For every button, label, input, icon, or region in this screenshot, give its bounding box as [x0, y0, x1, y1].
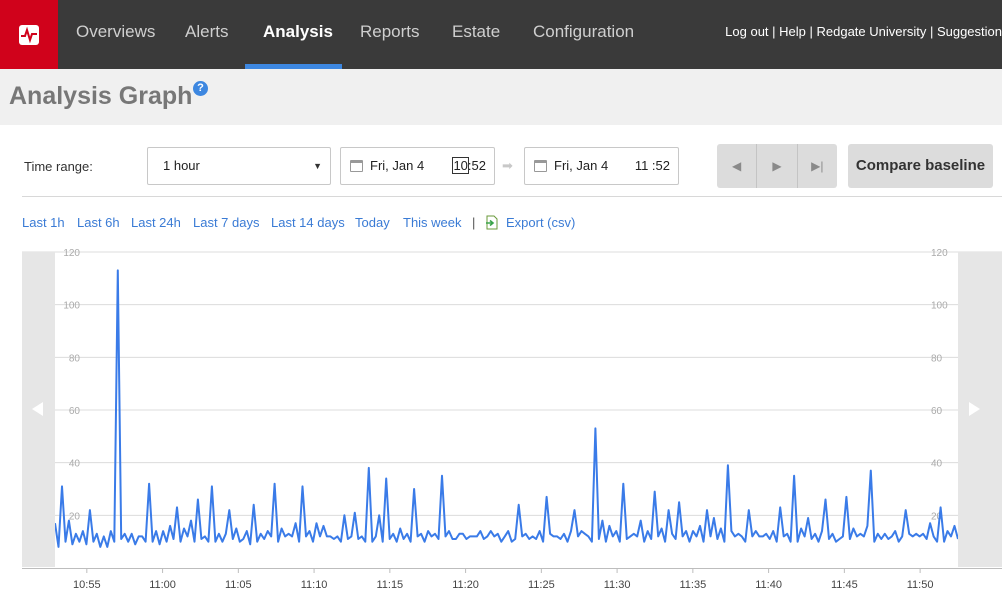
- top-links: Log out | Help | Redgate University | Su…: [725, 0, 1002, 69]
- time-navigation-buttons: ◀ ▶ ▶|: [717, 144, 837, 188]
- university-link[interactable]: Redgate University: [817, 24, 927, 39]
- end-time[interactable]: 11 :52: [635, 148, 670, 184]
- logout-link[interactable]: Log out: [725, 24, 768, 39]
- page-header: Analysis Graph ?: [0, 69, 1002, 125]
- nav-alerts[interactable]: Alerts: [185, 0, 228, 69]
- y-tick-label-right: 120: [931, 248, 948, 259]
- quick-link-separator: |: [472, 215, 476, 230]
- suggestion-link[interactable]: Suggestion: [937, 24, 1002, 39]
- y-tick-label-left: 100: [63, 301, 80, 312]
- time-range-value: 1 hour: [163, 158, 200, 173]
- x-tick-label: 11:40: [755, 579, 782, 591]
- y-tick-label-right: 80: [931, 353, 943, 364]
- x-tick-label: 11:35: [679, 579, 706, 591]
- end-datetime-field[interactable]: Fri, Jan 4 11 :52: [524, 147, 679, 185]
- help-icon[interactable]: ?: [193, 81, 208, 96]
- quick-link-last-7-days[interactable]: Last 7 days: [193, 215, 260, 230]
- y-tick-label-left: 120: [63, 248, 80, 259]
- quick-link-last-1h[interactable]: Last 1h: [22, 215, 65, 230]
- x-tick-label: 11:20: [452, 579, 479, 591]
- help-link[interactable]: Help: [779, 24, 806, 39]
- jump-to-latest-button[interactable]: ▶|: [796, 144, 837, 188]
- y-tick-label-left: 40: [69, 459, 81, 470]
- skip-end-icon: ▶|: [811, 159, 824, 173]
- end-date: Fri, Jan 4: [554, 158, 609, 173]
- export-csv-link[interactable]: Export (csv): [506, 215, 575, 230]
- calendar-icon: [534, 160, 547, 172]
- series-line: [54, 269, 959, 548]
- x-tick-label: 11:45: [831, 579, 858, 591]
- analysis-chart: 20 40 60 80 100 120 20 40 60 80 100 120 10:55 11:00…: [0, 245, 1002, 596]
- nav-analysis[interactable]: Analysis: [263, 0, 333, 69]
- y-tick-label-left: 60: [69, 406, 81, 417]
- quick-link-last-24h[interactable]: Last 24h: [131, 215, 181, 230]
- y-tick-label-left: 80: [69, 353, 81, 364]
- x-tick-label: 11:25: [528, 579, 555, 591]
- page-title: Analysis Graph: [9, 82, 193, 110]
- link-separator: |: [805, 24, 817, 39]
- link-separator: |: [926, 24, 937, 39]
- start-minute[interactable]: :52: [468, 158, 486, 173]
- y-tick-label-right: 40: [931, 459, 943, 470]
- arrow-right-icon: [969, 402, 980, 416]
- arrow-left-icon: [32, 402, 43, 416]
- pan-right-button[interactable]: [958, 252, 1002, 567]
- x-tick-label: 11:00: [149, 579, 176, 591]
- chevron-down-icon: ▼: [313, 161, 322, 171]
- nav-estate[interactable]: Estate: [452, 0, 500, 69]
- quick-link-this-week[interactable]: This week: [403, 215, 462, 230]
- chart-canvas[interactable]: 20406080100120 20406080100120 10:55 11:00…: [0, 245, 1002, 596]
- arrow-right-icon: ➡: [502, 158, 513, 173]
- triangle-right-icon: ▶: [772, 159, 782, 173]
- quick-link-last-14-days[interactable]: Last 14 days: [271, 215, 345, 230]
- y-tick-label-left: 20: [69, 511, 81, 522]
- quick-link-today[interactable]: Today: [355, 215, 390, 230]
- x-tick-label: 11:30: [604, 579, 631, 591]
- nav-reports[interactable]: Reports: [360, 0, 420, 69]
- triangle-left-icon: ◀: [732, 159, 742, 173]
- nav-configuration[interactable]: Configuration: [533, 0, 634, 69]
- time-range-select[interactable]: 1 hour ▼: [147, 147, 331, 185]
- compare-baseline-button[interactable]: Compare baseline: [848, 144, 993, 188]
- monitor-logo-icon: [19, 24, 39, 45]
- x-tick-label: 11:15: [376, 579, 403, 591]
- nav-overviews[interactable]: Overviews: [76, 0, 155, 69]
- y-tick-label-right: 100: [931, 301, 948, 312]
- time-range-label: Time range:: [24, 159, 93, 174]
- top-nav-bar: Overviews Alerts Analysis Reports Estate…: [0, 0, 1002, 69]
- next-period-button[interactable]: ▶: [756, 144, 796, 188]
- start-datetime-field[interactable]: Fri, Jan 4 10:52: [340, 147, 495, 185]
- x-tick-label: 11:10: [301, 579, 328, 591]
- link-separator: |: [768, 24, 780, 39]
- quick-link-last-6h[interactable]: Last 6h: [77, 215, 120, 230]
- pan-left-button[interactable]: [22, 252, 55, 567]
- previous-period-button[interactable]: ◀: [717, 144, 756, 188]
- divider: [22, 196, 1002, 197]
- start-time[interactable]: 10:52: [452, 148, 486, 184]
- x-tick-label: 11:05: [225, 579, 252, 591]
- redgate-logo[interactable]: [0, 0, 58, 69]
- start-hour[interactable]: 10: [452, 157, 469, 174]
- x-tick-label: 11:50: [907, 579, 934, 591]
- export-csv-icon[interactable]: [485, 215, 499, 230]
- calendar-icon: [350, 160, 363, 172]
- x-tick-label: 10:55: [73, 579, 101, 591]
- y-tick-label-right: 60: [931, 406, 943, 417]
- start-date: Fri, Jan 4: [370, 158, 425, 173]
